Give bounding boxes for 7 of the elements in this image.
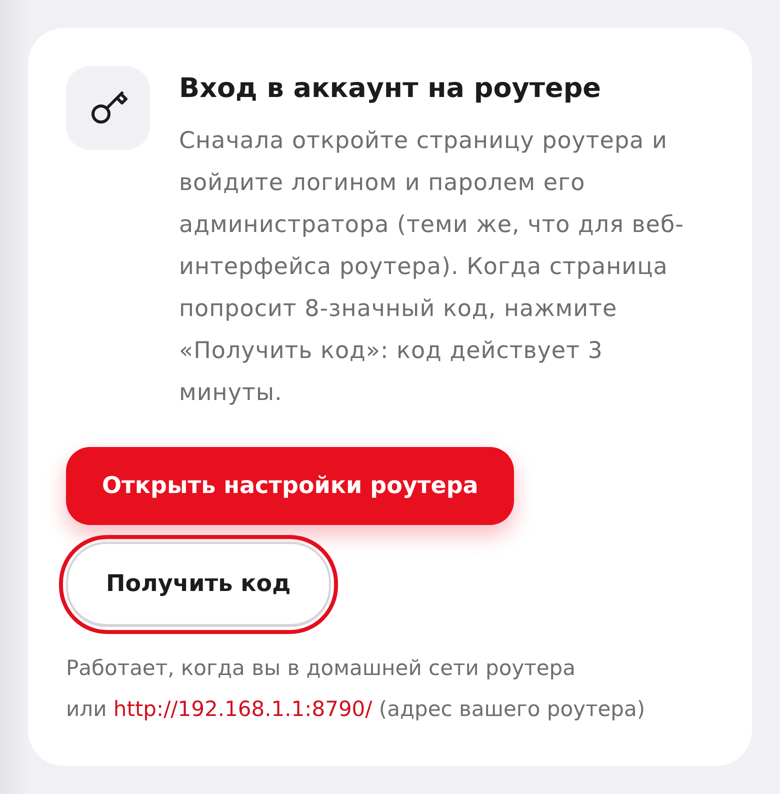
open-settings-button[interactable]: Открыть настройки роутера: [66, 447, 514, 525]
get-code-button[interactable]: Получить код: [59, 535, 338, 634]
title: Вход в аккаунт на роутере: [179, 72, 602, 106]
description: Сначала откройте страницу роутера и войдите логином и паролем его администратора (теми же, что для веб-интерфейса роутера). Когда страница попросит 8-значный код, нажмите «Получить код»: код действует 3 минуты.: [179, 127, 685, 408]
key-icon: [66, 66, 150, 150]
note-text: Работает, когда вы в домашней сети роутера или http://192.168.1.1:8790/ (адрес вашего роутера): [66, 655, 646, 723]
router-address-link[interactable]: http://192.168.1.1:8790/: [113, 697, 372, 721]
